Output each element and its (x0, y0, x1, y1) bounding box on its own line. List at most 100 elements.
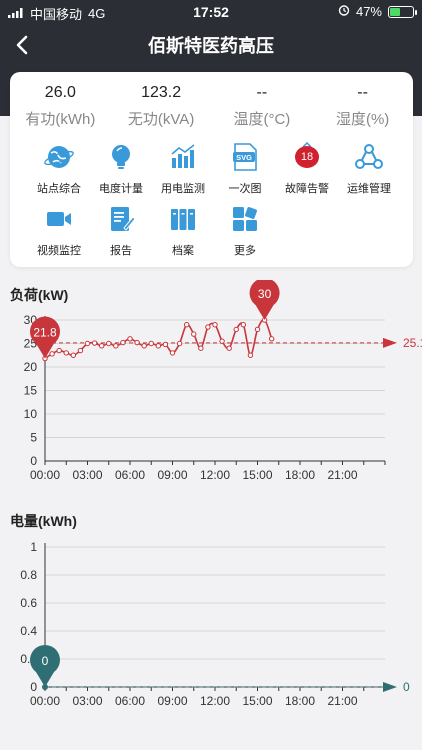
data-point (148, 340, 154, 347)
data-point (120, 339, 126, 346)
page-title: 佰斯特医药高压 (148, 36, 274, 56)
menu-label: 运维管理 (347, 183, 391, 195)
menu-fault-alarm[interactable]: 18 故障告警 (272, 142, 342, 196)
more-grid-icon (230, 204, 260, 234)
archive-icon (168, 204, 198, 234)
x-tick-label: 21:00 (327, 694, 357, 708)
data-point (56, 347, 62, 354)
menu-label: 故障告警 (285, 183, 329, 195)
menu-power-monitoring[interactable]: 用电监测 (148, 142, 218, 196)
data-point (198, 345, 204, 351)
data-point (106, 340, 112, 347)
x-tick-label: 03:00 (72, 468, 102, 480)
status-right: 47% (338, 4, 417, 19)
y-tick-label: 5 (30, 431, 37, 445)
metric-humidity: -- 湿度(%) (312, 82, 413, 129)
status-bar: 中国移动 4G 17:52 47% (0, 0, 422, 24)
alarm-icon: 18 (292, 142, 322, 172)
menu-operations-management[interactable]: 运维管理 (334, 142, 404, 196)
menu-video-surveillance[interactable]: 视频监控 (24, 204, 94, 258)
menu-single-line-diagram[interactable]: SVG 一次图 (210, 142, 280, 196)
metrics-row: 26.0 有功(kWh) 123.2 无功(kVA) -- 温度(°C) -- … (10, 82, 413, 129)
menu-archive[interactable]: 档案 (148, 204, 218, 258)
average-label: 25.14 (403, 336, 422, 350)
alarm-count-badge: 18 (295, 146, 319, 168)
y-tick-label: 0.6 (20, 596, 37, 610)
data-point (127, 336, 133, 342)
battery-percent: 47% (355, 4, 382, 19)
data-point (226, 345, 232, 351)
metric-value: 26.0 (44, 84, 76, 101)
average-arrow (383, 337, 397, 348)
y-tick-label: 20 (24, 360, 38, 374)
x-tick-label: 06:00 (115, 468, 145, 480)
data-point (219, 338, 225, 344)
planet-icon (44, 142, 74, 172)
x-tick-label: 09:00 (157, 468, 187, 480)
x-tick-label: 03:00 (72, 694, 102, 708)
bulb-icon (106, 142, 136, 172)
y-tick-label: 10 (24, 407, 38, 421)
network-icon (354, 142, 384, 172)
menu-more[interactable]: 更多 (210, 204, 280, 258)
average-label: 0 (403, 680, 410, 694)
energy-chart: 00.20.40.60.8100:00 03:00 06:00 09:00 12:00 1… (20, 540, 410, 708)
svg-file-icon: SVG (230, 142, 260, 172)
y-tick-label: 15 (24, 384, 38, 398)
energy-chart-title: 电量(kWh) (10, 513, 77, 529)
data-point (268, 336, 275, 342)
data-point (84, 340, 91, 347)
metric-label: 有功(kWh) (25, 111, 96, 128)
menu-site-overview[interactable]: 站点综合 (24, 142, 94, 196)
menu-label: 电度计量 (99, 183, 143, 195)
x-tick-label: 21:00 (327, 468, 357, 480)
x-tick-label: 00:00 (30, 694, 60, 708)
y-tick-label: 0.8 (20, 568, 37, 582)
average-arrow (383, 682, 397, 692)
menu-label: 更多 (234, 245, 256, 257)
x-tick-label: 18:00 (285, 468, 315, 480)
data-point (183, 322, 190, 328)
y-tick-label: 0 (30, 680, 37, 694)
svg-icon-text: SVG (236, 153, 252, 162)
y-tick-label: 1 (30, 540, 37, 554)
battery-icon (388, 5, 417, 18)
menu-label: 站点综合 (37, 183, 81, 195)
max-marker-text: 30 (258, 287, 272, 301)
data-point (212, 322, 218, 328)
value-marker-text: 0 (42, 654, 49, 668)
x-tick-label: 06:00 (115, 694, 145, 708)
metric-active-power: 26.0 有功(kWh) (10, 82, 111, 129)
menu-label: 视频监控 (37, 245, 81, 257)
data-point (176, 340, 183, 347)
y-tick-label: 0 (30, 454, 37, 468)
metric-label: 温度(°C) (233, 111, 291, 128)
x-tick-label: 09:00 (157, 694, 187, 708)
x-tick-label: 12:00 (200, 694, 230, 708)
data-point (162, 341, 169, 348)
x-tick-label: 18:00 (285, 694, 315, 708)
metric-value: 123.2 (141, 84, 182, 101)
data-point (134, 339, 140, 346)
video-camera-icon (44, 204, 74, 234)
data-point (77, 347, 84, 354)
data-point (254, 326, 261, 333)
data-point (169, 350, 176, 356)
x-tick-label: 15:00 (242, 468, 272, 480)
menu-report[interactable]: 报告 (86, 204, 156, 258)
metric-value: -- (256, 84, 268, 101)
data-point (240, 322, 247, 328)
data-point (141, 343, 147, 349)
data-point (70, 352, 77, 358)
metric-label: 湿度(%) (335, 111, 390, 128)
data-point (91, 340, 98, 346)
data-point (247, 352, 254, 358)
metric-value: -- (357, 84, 368, 101)
data-point (98, 343, 105, 349)
min-marker-text: 21.8 (33, 326, 57, 340)
menu-energy-metering[interactable]: 电度计量 (86, 142, 156, 196)
menu-label: 档案 (172, 245, 194, 257)
bar-chart-icon (168, 142, 198, 172)
data-point (49, 351, 55, 357)
alarm-clock-icon (338, 4, 350, 19)
